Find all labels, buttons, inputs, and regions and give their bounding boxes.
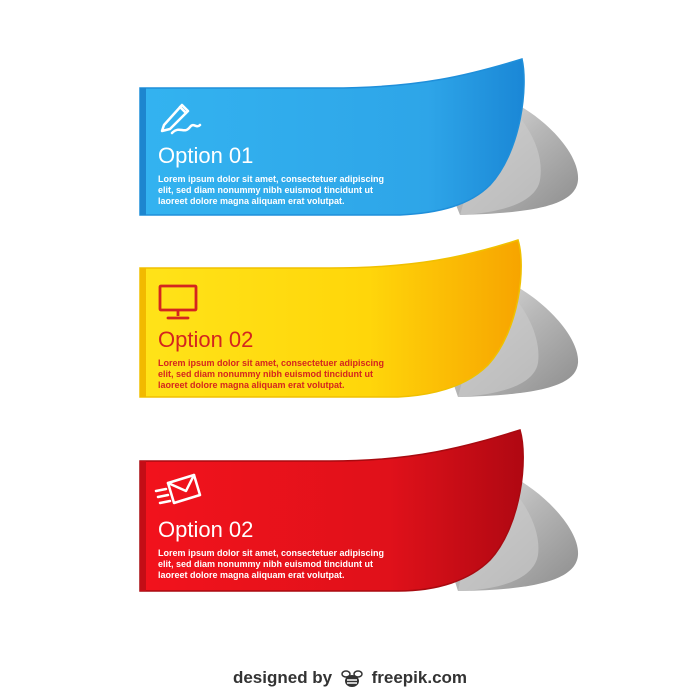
monitor-icon [158, 284, 198, 320]
description-line: elit, sed diam nonummy nibh euismod tinc… [158, 185, 374, 195]
banner-title: Option 01 [158, 143, 254, 168]
description-line: Lorem ipsum dolor sit amet, consectetuer… [158, 358, 385, 368]
option-banner-1[interactable]: Option 01 Lorem ipsum dolor sit amet, co… [139, 55, 600, 240]
option-banner-2[interactable]: Option 02 Lorem ipsum dolor sit amet, co… [139, 235, 600, 420]
description-line: elit, sed diam nonummy nibh euismod tinc… [158, 369, 374, 379]
option-banner-3[interactable]: Option 02 Lorem ipsum dolor sit amet, co… [139, 425, 600, 610]
description-line: elit, sed diam nonummy nibh euismod tinc… [158, 559, 374, 569]
credit-footer: designed by freepik.com [0, 668, 700, 689]
freepik-logo-icon [341, 669, 363, 687]
email-icon [154, 473, 202, 505]
description-line: laoreet dolore magna aliquam erat volutp… [158, 380, 345, 390]
description-line: Lorem ipsum dolor sit amet, consectetuer… [158, 548, 385, 558]
banner-description: Lorem ipsum dolor sit amet, consectetuer… [158, 358, 398, 391]
pen-icon [160, 103, 202, 135]
banner-title: Option 02 [158, 517, 254, 542]
description-line: laoreet dolore magna aliquam erat volutp… [158, 196, 345, 206]
banner-description: Lorem ipsum dolor sit amet, consectetuer… [158, 548, 398, 581]
description-line: laoreet dolore magna aliquam erat volutp… [158, 570, 345, 580]
credit-brand-link[interactable]: freepik.com [372, 668, 467, 687]
description-line: Lorem ipsum dolor sit amet, consectetuer… [158, 174, 385, 184]
credit-prefix: designed by [232, 668, 333, 687]
banner-title: Option 02 [158, 327, 254, 352]
banner-description: Lorem ipsum dolor sit amet, consectetuer… [158, 174, 398, 207]
